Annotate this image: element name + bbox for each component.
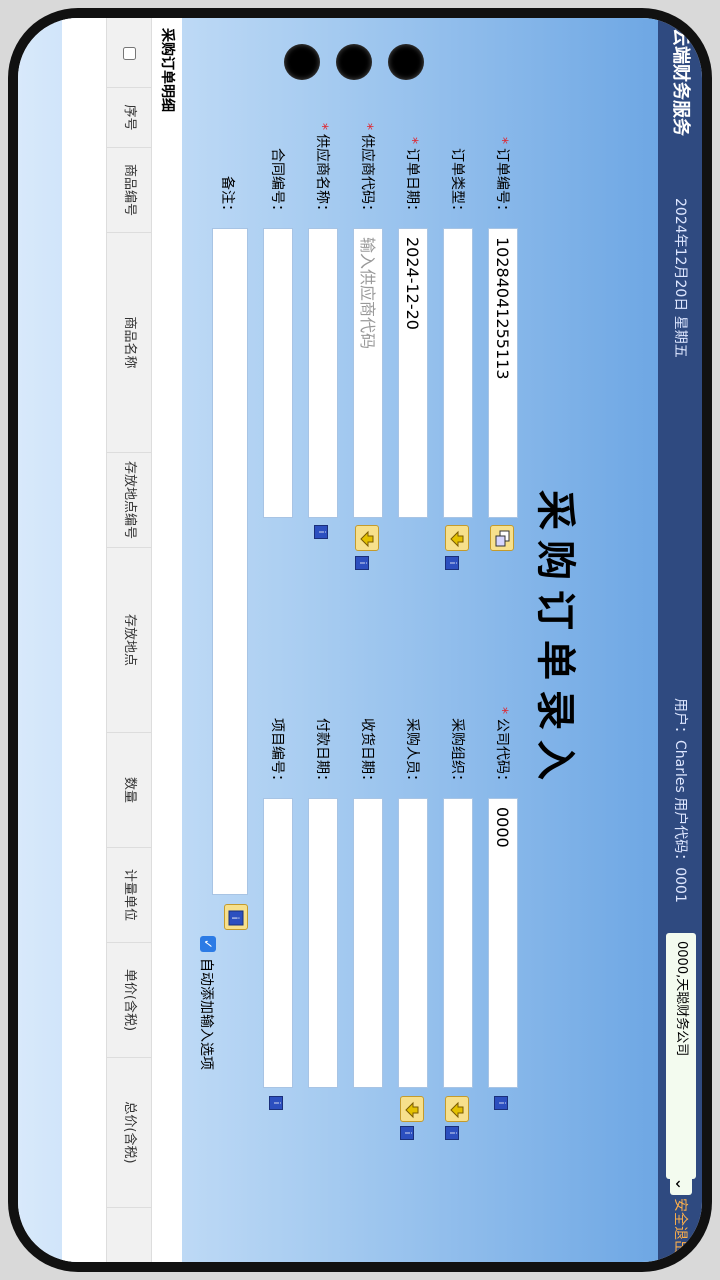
camera-dot — [388, 44, 424, 80]
required-marker: * — [359, 123, 375, 130]
project-no-label: 项目编号： — [269, 718, 285, 788]
order-type-label: 订单类型： — [449, 148, 465, 218]
payment-date-label: 付款日期： — [314, 718, 330, 788]
required-marker: * — [404, 137, 420, 144]
brand-title: 云端财务服务 — [670, 28, 691, 136]
required-marker: * — [494, 137, 510, 144]
dropdown-picker-icon[interactable] — [400, 1096, 424, 1122]
info-button-icon[interactable]: i — [224, 904, 248, 930]
notes-label: 备注： — [219, 176, 235, 218]
col-unit[interactable]: 计量单位 — [107, 848, 151, 943]
supplier-name-input[interactable] — [308, 228, 338, 518]
info-icon[interactable]: i — [355, 556, 369, 570]
logout-link[interactable]: 安全退出 — [658, 1198, 702, 1254]
receive-date-label: 收货日期： — [359, 718, 375, 788]
project-no-input[interactable] — [263, 798, 293, 1088]
notes-textarea[interactable] — [212, 228, 248, 895]
date-label: 2024年12月20日 星期五 — [672, 198, 688, 358]
device-frame: 云端财务服务 2024年12月20日 星期五 用户：Charles 用户代码：0… — [0, 0, 720, 1280]
receive-date-input[interactable] — [353, 798, 383, 1088]
required-marker: * — [314, 123, 330, 130]
required-marker: * — [494, 707, 510, 714]
contract-no-label: 合同编号： — [269, 148, 285, 218]
user-info: 用户：Charles 用户代码：0001 — [672, 698, 688, 903]
supplier-code-input[interactable]: 输入供应商代码 — [353, 228, 383, 518]
rotated-app: 云端财务服务 2024年12月20日 星期五 用户：Charles 用户代码：0… — [18, 18, 702, 1262]
info-icon[interactable]: i — [269, 1096, 283, 1110]
col-unit-price[interactable]: 单价(含税) — [107, 943, 151, 1058]
info-icon[interactable]: i — [445, 1126, 459, 1140]
company-select[interactable]: 0000,天聪财务公司 — [666, 933, 696, 1179]
buyer-input[interactable] — [398, 798, 428, 1088]
col-qty[interactable]: 数量 — [107, 733, 151, 848]
screen: 云端财务服务 2024年12月20日 星期五 用户：Charles 用户代码：0… — [18, 18, 702, 1262]
col-item-name[interactable]: 商品名称 — [107, 233, 151, 453]
dropdown-picker-icon[interactable] — [355, 525, 379, 551]
order-type-input[interactable] — [443, 228, 473, 518]
page-title: 采购订单录入 — [532, 490, 578, 790]
supplier-name-label: *供应商名称： — [314, 123, 330, 218]
col-seq[interactable]: 序号 — [107, 88, 151, 148]
col-total-price[interactable]: 总价(含税) — [107, 1058, 151, 1208]
info-icon[interactable]: i — [314, 525, 328, 539]
camera-dot — [336, 44, 372, 80]
app-header: 云端财务服务 2024年12月20日 星期五 用户：Charles 用户代码：0… — [658, 18, 702, 1262]
company-code-input[interactable]: 0000 — [488, 798, 518, 1088]
auto-add-label: 自动添加输入选项 — [198, 958, 214, 1070]
copy-icon[interactable] — [490, 525, 514, 551]
dropdown-picker-icon[interactable] — [445, 525, 469, 551]
payment-date-input[interactable] — [308, 798, 338, 1088]
order-no-input[interactable]: 10284041255113 — [488, 228, 518, 518]
table-title: 采购订单明细 — [159, 28, 175, 112]
purchase-org-label: 采购组织： — [449, 718, 465, 788]
info-icon[interactable]: i — [494, 1096, 508, 1110]
detail-table: 采购订单明细 序号 商品编号 商品名称 存放地点编号 存放地点 数量 计量单位 … — [62, 18, 182, 1262]
info-icon[interactable]: i — [445, 556, 459, 570]
camera-dot — [284, 44, 320, 80]
col-location-code[interactable]: 存放地点编号 — [107, 453, 151, 548]
order-no-label: *订单编号： — [494, 137, 510, 218]
info-icon[interactable]: i — [400, 1126, 414, 1140]
contract-no-input[interactable] — [263, 228, 293, 518]
checkbox-checked-icon[interactable]: ✓ — [200, 936, 216, 952]
chevron-down-icon[interactable]: ⌄ — [670, 1173, 692, 1195]
order-date-label: *订单日期： — [404, 137, 420, 218]
svg-text:i: i — [229, 917, 240, 920]
company-code-label: *公司代码： — [494, 707, 510, 788]
table-header: 序号 商品编号 商品名称 存放地点编号 存放地点 数量 计量单位 单价(含税) … — [106, 18, 152, 1262]
buyer-label: 采购人员： — [404, 718, 420, 788]
select-all-checkbox[interactable] — [107, 18, 151, 88]
dropdown-picker-icon[interactable] — [445, 1096, 469, 1122]
supplier-code-label: *供应商代码： — [359, 123, 375, 218]
col-location[interactable]: 存放地点 — [107, 548, 151, 733]
col-item-code[interactable]: 商品编号 — [107, 148, 151, 233]
purchase-org-input[interactable] — [443, 798, 473, 1088]
order-date-input[interactable]: 2024-12-20 — [398, 228, 428, 518]
